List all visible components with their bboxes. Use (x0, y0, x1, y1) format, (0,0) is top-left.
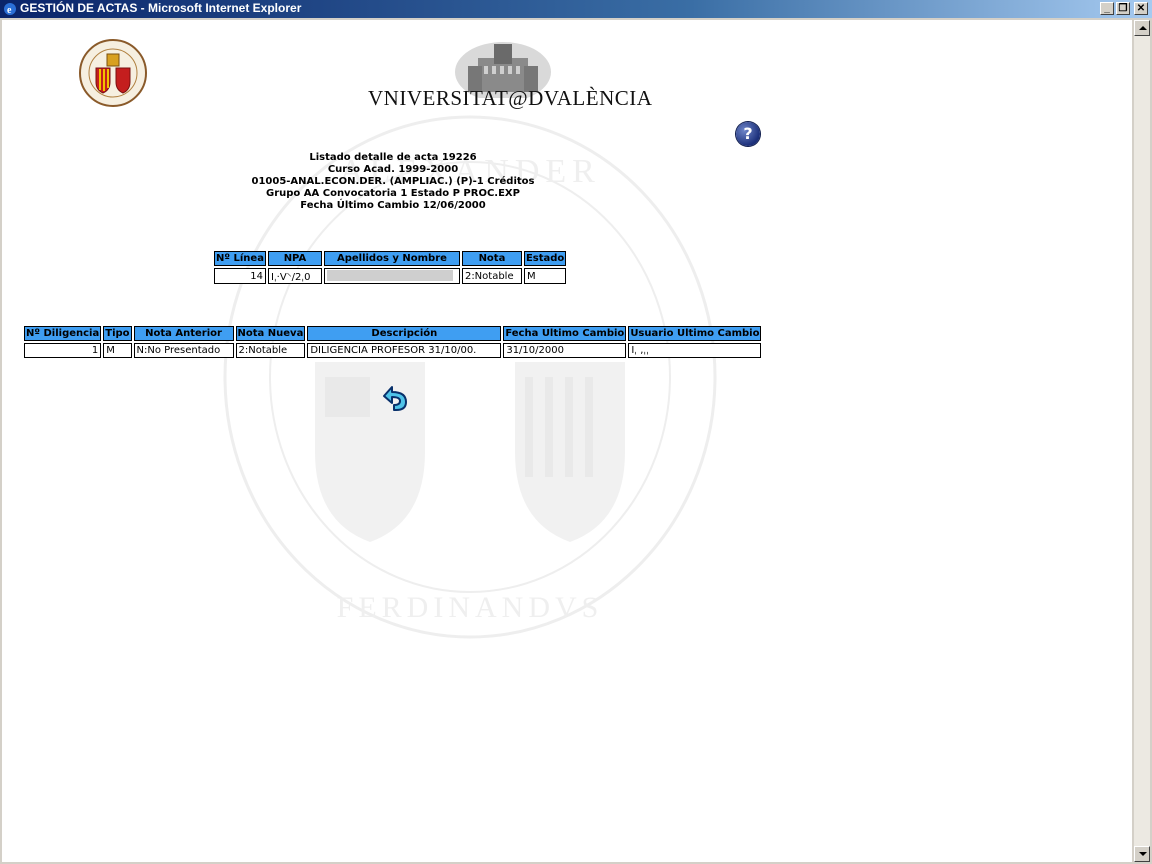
col-usuario: Usuario Ultimo Cambio (628, 326, 762, 341)
diligencia-table-header: Nº Diligencia Tipo Nota Anterior Nota Nu… (24, 326, 762, 341)
curso-academico: Curso Acad. 1999-2000 (327, 164, 459, 175)
help-question-icon[interactable]: ? (736, 122, 760, 146)
col-nota: Nota (461, 251, 522, 266)
col-nombre: Apellidos y Nombre (323, 251, 460, 266)
student-table: Nº Línea NPA Apellidos y Nombre Nota Est… (212, 249, 568, 286)
redacted-name (326, 270, 453, 282)
cell-nota-nueva: 2:Notable (235, 343, 306, 358)
student-table-header: Nº Línea NPA Apellidos y Nombre Nota Est… (214, 251, 567, 266)
cell-npa: Iˌ·V⸌/2ˌ0 (267, 268, 322, 284)
col-npa: NPA (267, 251, 322, 266)
grupo-convocatoria: Grupo AA Convocatoria 1 Estado P PROC.EX… (266, 188, 520, 199)
col-nota-nueva: Nota Nueva (235, 326, 306, 341)
acta-title: Listado detalle de acta 19226 (309, 152, 477, 163)
arrow-down-icon (1139, 852, 1147, 856)
table-row: 1 M N:No Presentado 2:Notable DILIGENCIA… (24, 343, 762, 358)
col-nota-anterior: Nota Anterior (133, 326, 234, 341)
cell-nota-anterior: N:No Presentado (133, 343, 234, 358)
cell-descripcion: DILIGENCIA PROFESOR 31/10/00. (307, 343, 502, 358)
cell-usuario: Iˌ ,ˌˌ (628, 343, 762, 358)
table-row: 14 Iˌ·V⸌/2ˌ0 2:Notable M (214, 268, 567, 284)
svg-text:e: e (7, 5, 12, 16)
university-wordmark: VNIVERSITAT@DVALÈNCIA (368, 86, 653, 110)
restore-button[interactable]: ❐ (1116, 2, 1130, 15)
cell-estado: M (523, 268, 567, 284)
col-estado: Estado (523, 251, 567, 266)
col-tipo: Tipo (103, 326, 132, 341)
vertical-scrollbar[interactable] (1134, 20, 1150, 862)
cell-linea: 14 (214, 268, 266, 284)
svg-text:FERDINANDVS: FERDINANDVS (337, 591, 604, 624)
fecha-ultimo-cambio: Fecha Último Cambio 12/06/2000 (300, 200, 486, 211)
asignatura: 01005-ANAL.ECON.DER. (AMPLIAC.) (P)-1 Cr… (251, 176, 535, 187)
internet-explorer-icon: e (4, 3, 16, 16)
arrow-up-icon (1139, 26, 1147, 30)
close-button[interactable]: ✕ (1134, 2, 1148, 15)
cell-fecha: 31/10/2000 (503, 343, 627, 358)
cell-nombre (323, 268, 460, 284)
acta-header: Listado detalle de acta 19226 Curso Acad… (202, 152, 584, 212)
return-arrow-icon[interactable] (380, 384, 410, 412)
cell-nota: 2:Notable (461, 268, 522, 284)
university-seal-logo (79, 39, 147, 107)
cell-tipo: M (103, 343, 132, 358)
page-content: ALEXANDER FERDINANDVS VNIVERSITAT@DVALÈN… (2, 20, 1132, 862)
col-num-diligencia: Nº Diligencia (24, 326, 102, 341)
scroll-up-button[interactable] (1134, 20, 1150, 36)
window-titlebar: e GESTIÓN DE ACTAS - Microsoft Internet … (0, 0, 1152, 18)
diligencia-table: Nº Diligencia Tipo Nota Anterior Nota Nu… (22, 324, 763, 360)
col-descripcion: Descripción (307, 326, 502, 341)
col-linea: Nº Línea (214, 251, 266, 266)
window-title: GESTIÓN DE ACTAS - Microsoft Internet Ex… (20, 1, 302, 15)
cell-num: 1 (24, 343, 102, 358)
scroll-down-button[interactable] (1134, 846, 1150, 862)
col-fecha: Fecha Ultimo Cambio (503, 326, 627, 341)
minimize-button[interactable]: _ (1100, 2, 1114, 15)
